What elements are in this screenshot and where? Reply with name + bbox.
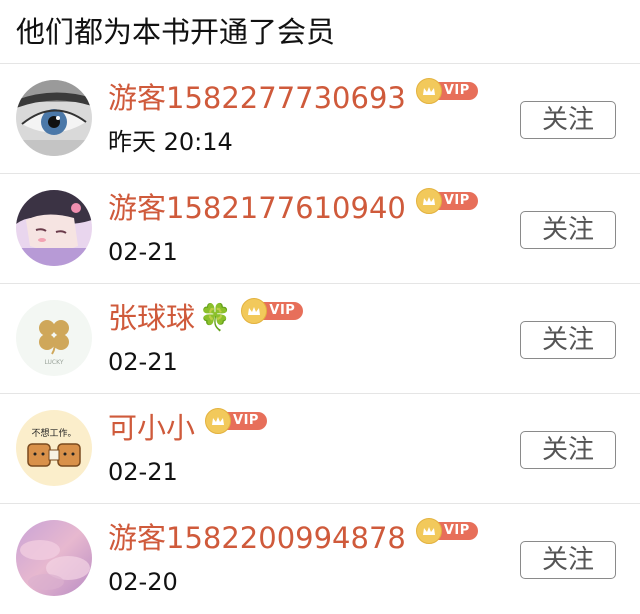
eye-avatar-image: [16, 80, 92, 156]
member-list: 游客1582277730693 VIP 昨天 20:14 关注 游客158217…: [0, 64, 640, 614]
page-title: 他们都为本书开通了会员: [0, 0, 640, 64]
member-name[interactable]: 游客1582277730693: [108, 78, 406, 118]
name-line: 游客1582277730693 VIP: [108, 76, 478, 120]
clover-icon: 🍀: [199, 303, 232, 333]
follow-button[interactable]: 关注: [520, 101, 616, 139]
crown-icon: [415, 518, 442, 544]
join-time: 02-21: [108, 238, 178, 266]
crown-icon: [415, 188, 442, 214]
join-time: 02-20: [108, 568, 178, 596]
vip-badge: VIP: [241, 298, 304, 324]
avatar[interactable]: [16, 190, 92, 266]
list-item[interactable]: 不想工作。 可小小 VIP 02-21 关注: [0, 394, 640, 504]
member-name[interactable]: 可小小: [108, 408, 195, 448]
name-line: 游客1582200994878 VIP: [108, 516, 478, 560]
follow-button[interactable]: 关注: [520, 211, 616, 249]
members-page: 他们都为本书开通了会员 游客1582277730693 VIP 昨天 20:14…: [0, 0, 640, 601]
join-time: 02-21: [108, 348, 178, 376]
crown-icon: [241, 298, 268, 324]
name-line: 游客1582177610940 VIP: [108, 186, 478, 230]
follow-button[interactable]: 关注: [520, 321, 616, 359]
list-item[interactable]: 游客1582200994878 VIP 02-20 关注: [0, 504, 640, 614]
avatar[interactable]: [16, 80, 92, 156]
vip-badge: VIP: [415, 78, 478, 104]
follow-button[interactable]: 关注: [520, 541, 616, 579]
vip-badge: VIP: [205, 408, 267, 434]
avatar[interactable]: 不想工作。: [16, 410, 92, 486]
member-name[interactable]: 游客1582200994878: [108, 518, 406, 558]
join-time: 昨天 20:14: [108, 128, 233, 156]
follow-button[interactable]: 关注: [520, 431, 616, 469]
lucky-clover-avatar-image: LUCKY: [16, 300, 92, 376]
pink-sky-avatar-image: [16, 520, 92, 596]
list-item[interactable]: 游客1582277730693 VIP 昨天 20:14 关注: [0, 64, 640, 174]
avatar[interactable]: [16, 520, 92, 596]
join-time: 02-21: [108, 458, 178, 486]
member-name[interactable]: 游客1582177610940: [108, 188, 406, 228]
list-item[interactable]: LUCKY 张球球 🍀 VIP 02-21 关注: [0, 284, 640, 394]
vip-badge: VIP: [415, 518, 478, 544]
toast-avatar-image: 不想工作。: [16, 410, 92, 486]
toast-caption: 不想工作。: [31, 427, 76, 439]
crown-icon: [415, 78, 442, 104]
vip-badge: VIP: [415, 188, 478, 214]
member-name[interactable]: 张球球: [108, 298, 195, 338]
list-item[interactable]: 游客1582177610940 VIP 02-21 关注: [0, 174, 640, 284]
avatar[interactable]: LUCKY: [16, 300, 92, 376]
crown-icon: [205, 408, 232, 434]
anime-girl-avatar-image: [16, 190, 92, 266]
name-line: 张球球 🍀 VIP: [108, 296, 304, 340]
lucky-caption: LUCKY: [44, 359, 63, 366]
name-line: 可小小 VIP: [108, 406, 267, 450]
